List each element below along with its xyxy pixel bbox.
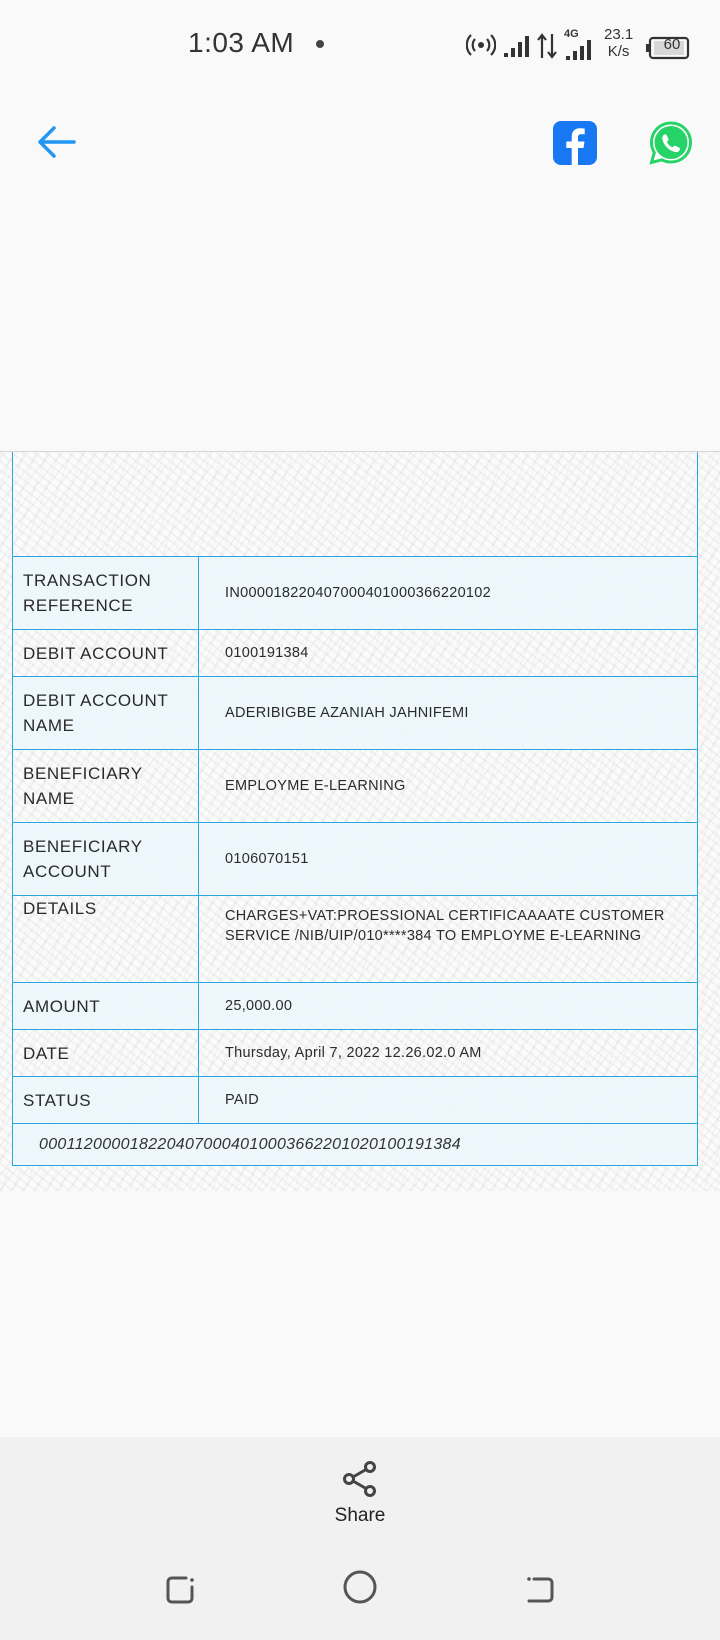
table-row: DEBIT ACCOUNT 0100191384 [12, 629, 698, 677]
row-label: AMOUNT [12, 982, 199, 1030]
recent-apps-icon [166, 1576, 194, 1604]
status-bar: 1:03 AM 4G 23.1 K/s 60 [0, 0, 720, 90]
row-label: DEBIT ACCOUNT [12, 629, 199, 677]
network-speed-value: 23.1 [604, 26, 634, 43]
home-circle-icon [343, 1570, 377, 1604]
transaction-receipt: TRANSACTION REFERENCE IN0000182204070004… [0, 451, 720, 1191]
row-label: BENEFICIARY ACCOUNT [12, 822, 199, 896]
battery-level: 60 [663, 36, 681, 53]
row-label: STATUS [12, 1076, 199, 1124]
footer-row: 0001120000182204070004010003662201020100… [12, 1123, 698, 1166]
facebook-share-button[interactable] [553, 121, 597, 165]
row-label: DETAILS [12, 895, 199, 983]
nav-home-button[interactable] [340, 1567, 380, 1607]
receipt-table: TRANSACTION REFERENCE IN0000182204070004… [12, 556, 698, 1166]
table-row: DETAILS CHARGES+VAT:PROESSIONAL CERTIFIC… [12, 895, 698, 983]
table-row: BENEFICIARY NAME EMPLOYME E-LEARNING [12, 749, 698, 823]
signal-icon [504, 36, 529, 57]
row-value: EMPLOYME E-LEARNING [198, 749, 698, 823]
row-label: BENEFICIARY NAME [12, 749, 199, 823]
nav-recent-apps-button[interactable] [160, 1570, 200, 1610]
row-value: 0106070151 [198, 822, 698, 896]
table-row: AMOUNT 25,000.00 [12, 982, 698, 1030]
row-value: CHARGES+VAT:PROESSIONAL CERTIFICAAAATE C… [198, 895, 698, 983]
data-transfer-icon [537, 33, 557, 59]
footer-reference: 0001120000182204070004010003662201020100… [12, 1123, 698, 1166]
network-speed: 23.1 K/s [604, 26, 633, 60]
back-button[interactable] [32, 118, 80, 166]
arrow-left-icon [38, 126, 76, 158]
status-time: 1:03 AM [188, 27, 295, 58]
nav-back-button[interactable] [520, 1570, 560, 1610]
row-label: TRANSACTION REFERENCE [12, 556, 199, 630]
table-row: DEBIT ACCOUNT NAME ADERIBIGBE AZANIAH JA… [12, 676, 698, 750]
notification-dot [316, 40, 324, 48]
row-value: ADERIBIGBE AZANIAH JAHNIFEMI [198, 676, 698, 750]
table-row: BENEFICIARY ACCOUNT 0106070151 [12, 822, 698, 896]
hotspot-icon [466, 34, 496, 56]
row-label: DATE [12, 1029, 199, 1077]
row-value: Thursday, April 7, 2022 12.26.02.0 AM [198, 1029, 698, 1077]
row-value: 0100191384 [198, 629, 698, 677]
whatsapp-icon [649, 121, 693, 165]
table-row: STATUS PAID [12, 1076, 698, 1124]
table-row: DATE Thursday, April 7, 2022 12.26.02.0 … [12, 1029, 698, 1077]
row-value: 25,000.00 [198, 982, 698, 1030]
signal-4g-icon [566, 40, 591, 60]
row-label: DEBIT ACCOUNT NAME [12, 676, 199, 750]
bottom-bar: Share [0, 1437, 720, 1640]
share-button[interactable]: Share [310, 1459, 410, 1549]
network-type: 4G [564, 28, 579, 40]
network-speed-unit: K/s [607, 43, 630, 60]
share-icon [343, 1461, 376, 1497]
row-value: PAID [198, 1076, 698, 1124]
whatsapp-share-button[interactable] [648, 120, 694, 166]
table-row: TRANSACTION REFERENCE IN0000182204070004… [12, 556, 698, 630]
share-label: Share [334, 1505, 386, 1526]
row-value: IN00001822040700040100036622​0102 [198, 556, 698, 630]
nav-back-icon [527, 1577, 554, 1603]
facebook-icon [553, 121, 597, 165]
